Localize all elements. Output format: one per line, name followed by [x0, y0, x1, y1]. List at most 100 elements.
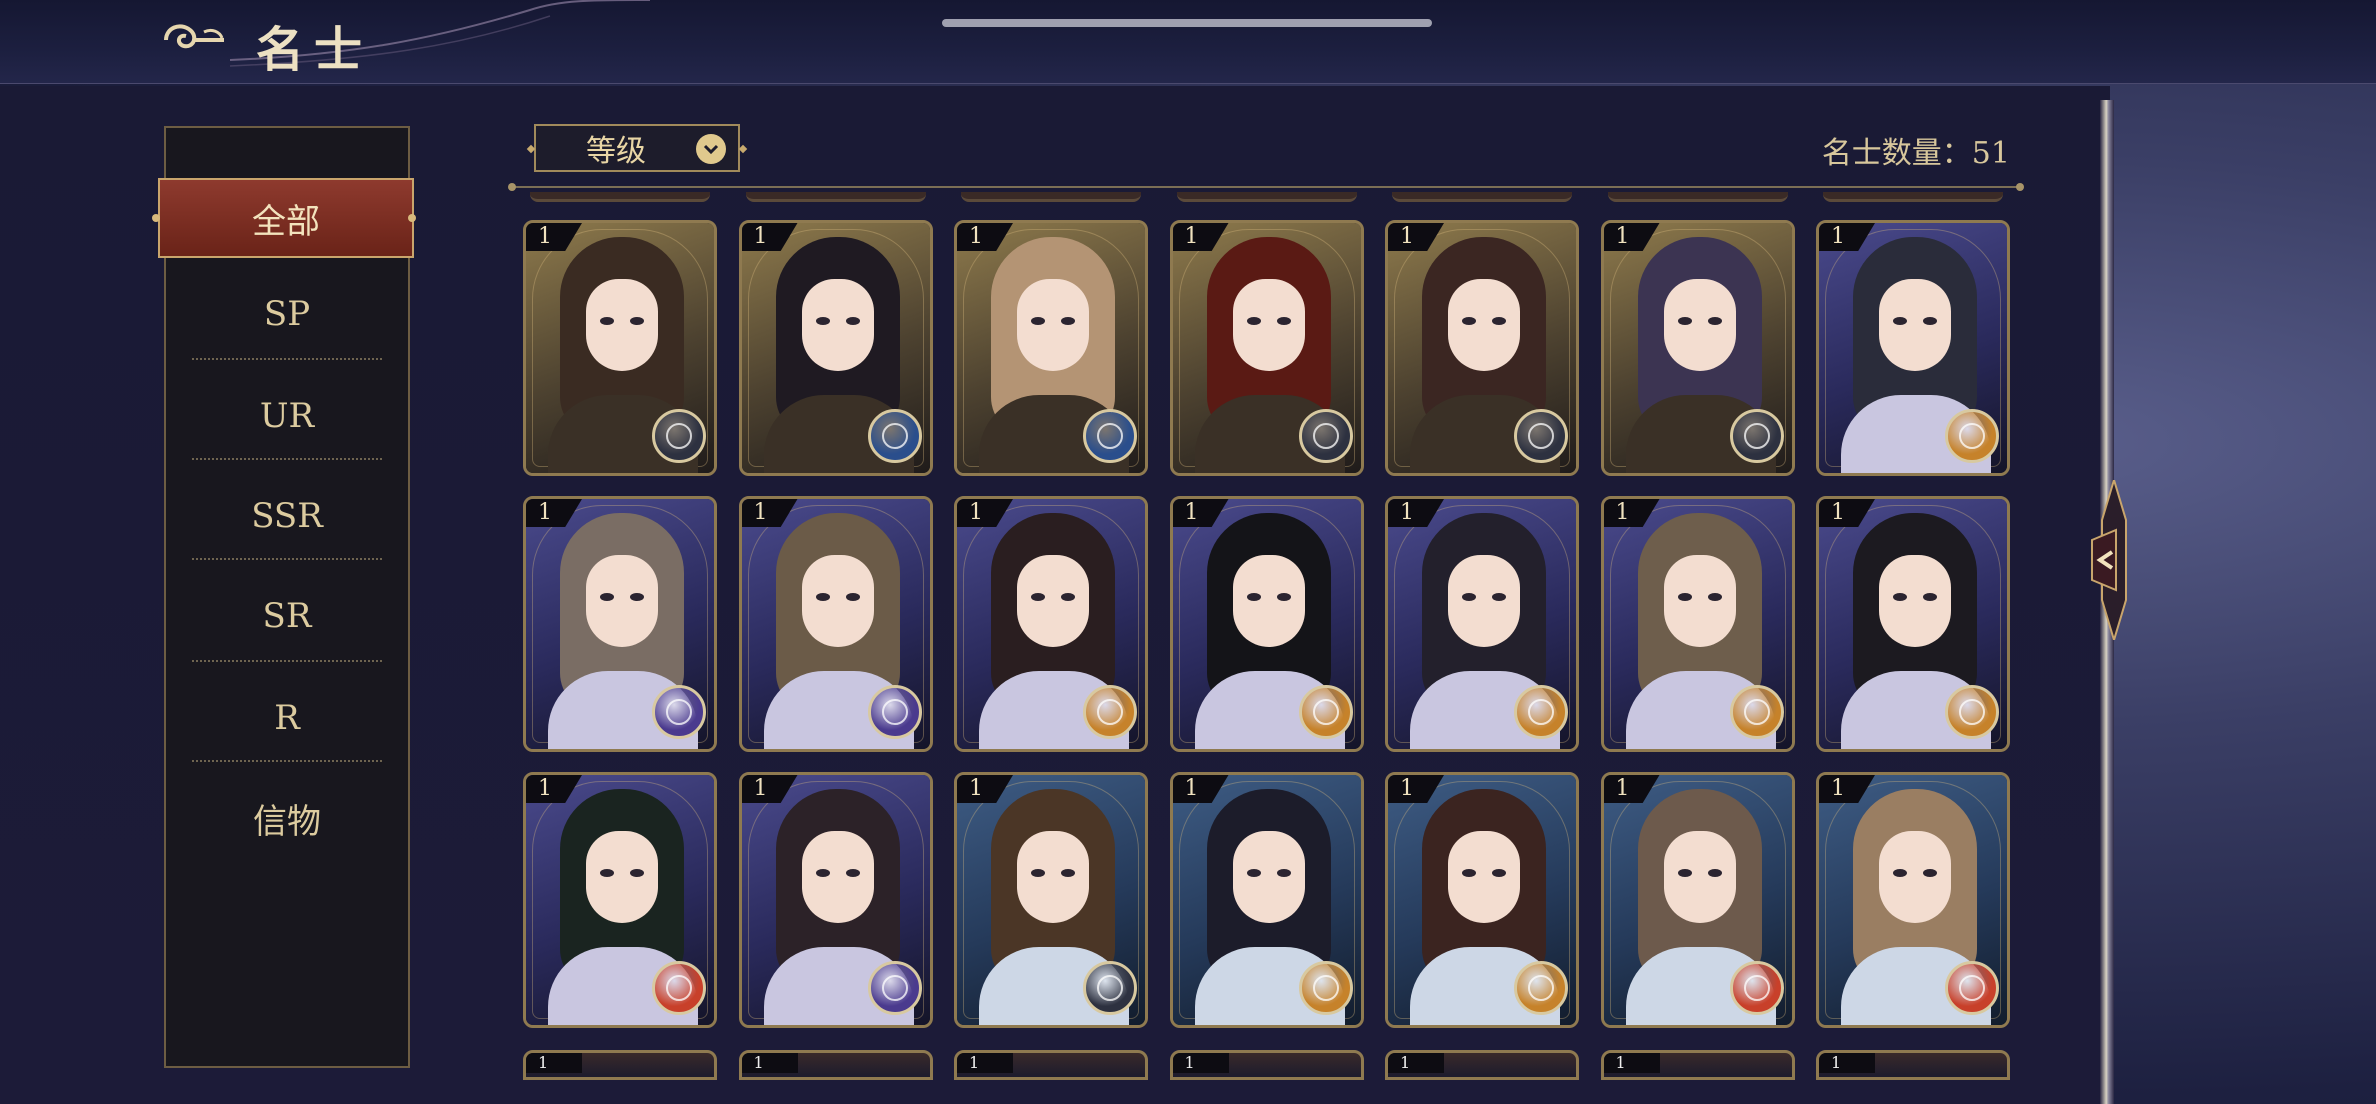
portrait-eye	[1031, 593, 1045, 601]
divider	[192, 760, 382, 762]
category-r[interactable]: R	[192, 668, 382, 768]
category-label: SP	[263, 294, 311, 334]
home-indicator[interactable]	[942, 19, 1432, 27]
hero-card[interactable]: 1	[1169, 496, 1364, 752]
portrait-eye	[1677, 593, 1692, 601]
hero-card[interactable]: 1	[1169, 220, 1364, 476]
hero-card[interactable]: 1	[1816, 220, 2010, 476]
portrait-eye	[1707, 593, 1722, 601]
gold-badge-icon	[1514, 685, 1568, 739]
hero-card-partial[interactable]: 1	[1385, 1050, 1579, 1080]
hero-card-partial[interactable]: 1	[1600, 1050, 1795, 1080]
hero-card[interactable]: 1	[523, 220, 717, 476]
badge-ring	[666, 423, 692, 449]
badge-ring	[1097, 975, 1123, 1001]
hero-card-partial[interactable]: 1	[523, 1050, 717, 1080]
hero-card[interactable]: 1	[523, 772, 717, 1028]
chevron-down-icon	[696, 134, 726, 164]
compass-badge-icon	[1298, 409, 1353, 463]
hero-card[interactable]: 1	[1600, 772, 1795, 1028]
top-header: 名士	[0, 0, 2376, 84]
portrait-eye	[1492, 869, 1506, 877]
portrait-eye	[1492, 593, 1506, 601]
hero-card-partial[interactable]: 1	[954, 1050, 1148, 1080]
portrait-eye	[1031, 317, 1045, 325]
portrait-eye	[630, 593, 644, 601]
ornament-dot	[408, 214, 416, 222]
portrait-face	[1232, 831, 1305, 923]
sort-dropdown[interactable]: 等级	[526, 124, 748, 172]
red-badge-icon	[1729, 961, 1784, 1015]
portrait-eye	[1923, 869, 1937, 877]
hero-card-partial[interactable]: 1	[738, 1050, 933, 1080]
category-label: R	[274, 698, 300, 738]
portrait-face	[801, 831, 874, 923]
portrait-face	[1448, 555, 1520, 647]
ornament-dot	[508, 183, 516, 191]
portrait-eye	[845, 593, 860, 601]
hero-card[interactable]: 1	[1385, 220, 1579, 476]
portrait-eye	[630, 317, 644, 325]
badge-ring	[1959, 975, 1985, 1001]
purple-badge-icon	[867, 685, 922, 739]
purple-badge-icon	[652, 685, 706, 739]
blue-badge-icon	[867, 409, 922, 463]
portrait-face	[586, 279, 658, 371]
ornament-dot	[2016, 183, 2024, 191]
category-ur[interactable]: UR	[192, 366, 382, 466]
hero-card-partial[interactable]: 1	[1169, 1050, 1364, 1080]
hero-card[interactable]: 1	[954, 496, 1148, 752]
portrait-face	[1232, 279, 1305, 371]
gold-badge-icon	[1514, 961, 1568, 1015]
portrait-eye	[1061, 593, 1075, 601]
hero-card[interactable]: 1	[954, 772, 1148, 1028]
portrait-eye	[600, 593, 614, 601]
hero-card[interactable]: 1	[523, 496, 717, 752]
hero-card[interactable]: 1	[954, 220, 1148, 476]
card-stub-top	[1392, 192, 1572, 202]
hero-card[interactable]: 1	[738, 496, 933, 752]
portrait-eye	[815, 593, 830, 601]
red-badge-icon	[1945, 961, 1999, 1015]
hero-card[interactable]: 1	[1816, 496, 2010, 752]
ornament-dot	[152, 214, 160, 222]
category-ssr[interactable]: SSR	[192, 466, 382, 566]
hero-card[interactable]: 1	[1816, 772, 2010, 1028]
badge-ring	[881, 975, 908, 1001]
hero-card[interactable]: 1	[1600, 496, 1795, 752]
category-label: 信物	[253, 801, 321, 842]
divider	[192, 558, 382, 560]
hero-card[interactable]: 1	[1385, 496, 1579, 752]
divider	[192, 458, 382, 460]
portrait-face	[1663, 279, 1736, 371]
portrait-face	[1448, 831, 1520, 923]
hero-card-partial[interactable]: 1	[1816, 1050, 2010, 1080]
portrait-face	[1017, 831, 1089, 923]
portrait-eye	[845, 317, 860, 325]
portrait-eye	[1893, 593, 1907, 601]
badge-ring	[881, 423, 908, 449]
badge-ring	[1528, 423, 1554, 449]
collapse-tab[interactable]	[2082, 480, 2132, 640]
hero-card[interactable]: 1	[1385, 772, 1579, 1028]
hero-card[interactable]: 1	[738, 772, 933, 1028]
hero-card[interactable]: 1	[1600, 220, 1795, 476]
card-stub-top	[1607, 192, 1788, 202]
category-label: 全部	[252, 201, 320, 242]
category-all[interactable]: 全部	[158, 178, 414, 258]
red-badge-icon	[652, 961, 706, 1015]
portrait-eye	[1707, 317, 1722, 325]
portrait-eye	[1276, 593, 1291, 601]
category-token[interactable]: 信物	[192, 768, 382, 868]
category-sr[interactable]: SR	[192, 566, 382, 666]
card-level: 1	[741, 1053, 798, 1073]
portrait-face	[1232, 555, 1305, 647]
compass-badge-icon	[1514, 409, 1568, 463]
hero-card[interactable]: 1	[1169, 772, 1364, 1028]
hero-card[interactable]: 1	[738, 220, 933, 476]
category-label: SR	[262, 596, 312, 636]
category-sp[interactable]: SP	[192, 264, 382, 364]
badge-ring	[1312, 975, 1339, 1001]
badge-ring	[1528, 975, 1554, 1001]
card-level: 1	[1603, 1053, 1660, 1073]
